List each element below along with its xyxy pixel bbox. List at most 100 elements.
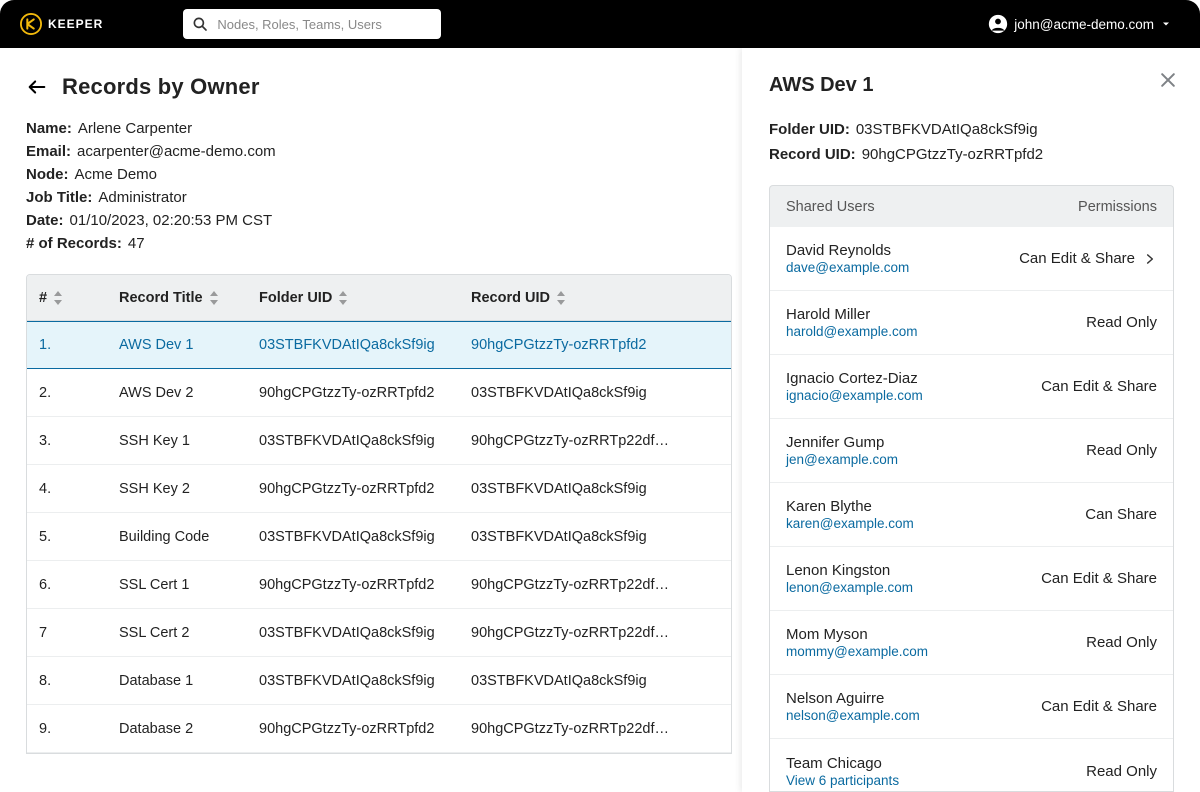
cell-title: SSH Key 2 (119, 481, 259, 497)
shared-user-email[interactable]: harold@example.com (786, 324, 918, 339)
table-row[interactable]: 9.Database 290hgCPGtzzTy-ozRRTpfd290hgCP… (27, 705, 731, 753)
recorduid-label: Record UID: (769, 146, 856, 163)
name-label: Name: (26, 120, 72, 137)
search-input[interactable] (217, 17, 433, 32)
cell-title: SSL Cert 2 (119, 625, 259, 641)
permission-value: Can Edit & Share (1041, 698, 1157, 715)
shared-user-row[interactable]: Ignacio Cortez-Diazignacio@example.comCa… (770, 355, 1173, 419)
table-row[interactable]: 2.AWS Dev 290hgCPGtzzTy-ozRRTpfd203STBFK… (27, 369, 731, 417)
shared-user-email[interactable]: dave@example.com (786, 260, 909, 275)
shared-user-name: Harold Miller (786, 306, 918, 323)
table-row[interactable]: 7SSL Cert 203STBFKVDAtIQa8ckSf9ig90hgCPG… (27, 609, 731, 657)
email-label: Email: (26, 143, 71, 160)
sort-icon (209, 291, 219, 305)
node-value: Acme Demo (75, 166, 158, 183)
folderuid-label: Folder UID: (769, 121, 850, 138)
cell-num: 8. (39, 673, 119, 689)
cell-folder: 03STBFKVDAtIQa8ckSf9ig (259, 625, 471, 641)
search-input-wrapper[interactable] (183, 9, 441, 39)
back-arrow-icon[interactable] (26, 76, 48, 98)
cell-record: 90hgCPGtzzTy-ozRRTp22df… (471, 577, 719, 593)
recorduid-value: 90hgCPGtzzTy-ozRRTpfd2 (862, 146, 1043, 163)
permission-value: Read Only (1086, 763, 1157, 780)
shared-user-row[interactable]: Lenon Kingstonlenon@example.comCan Edit … (770, 547, 1173, 611)
shared-user-name: Karen Blythe (786, 498, 914, 515)
shared-user-row[interactable]: Nelson Aguirrenelson@example.com Can Edit… (770, 675, 1173, 739)
shared-user-row[interactable]: David Reynoldsdave@example.com Can Edit &… (770, 227, 1173, 291)
cell-title: AWS Dev 1 (119, 337, 259, 353)
node-label: Node: (26, 166, 69, 183)
shared-users-header-label: Shared Users (786, 199, 875, 215)
app-header: KEEPER john@acme-demo.com (0, 0, 1200, 48)
cell-record: 03STBFKVDAtIQa8ckSf9ig (471, 673, 719, 689)
logo-text: KEEPER (48, 17, 103, 31)
shared-user-row[interactable]: Karen Blythekaren@example.com Can Share (770, 483, 1173, 547)
table-row[interactable]: 1.AWS Dev 103STBFKVDAtIQa8ckSf9ig90hgCPG… (27, 321, 731, 369)
th-folder[interactable]: Folder UID (259, 290, 471, 306)
close-icon[interactable] (1158, 70, 1178, 90)
cell-folder: 90hgCPGtzzTy-ozRRTpfd2 (259, 385, 471, 401)
cell-num: 6. (39, 577, 119, 593)
th-record[interactable]: Record UID (471, 290, 719, 306)
permission-value: Can Edit & Share (1019, 250, 1135, 267)
shared-users-list: David Reynoldsdave@example.com Can Edit &… (769, 227, 1174, 792)
cell-num: 7 (39, 625, 119, 641)
table-row[interactable]: 5.Building Code03STBFKVDAtIQa8ckSf9ig03S… (27, 513, 731, 561)
shared-user-email[interactable]: nelson@example.com (786, 708, 920, 723)
shared-user-name: Jennifer Gump (786, 434, 898, 451)
shared-user-name: Mom Myson (786, 626, 928, 643)
shared-user-email[interactable]: ignacio@example.com (786, 388, 923, 403)
shared-user-row[interactable]: Jennifer Gumpjen@example.comRead Only (770, 419, 1173, 483)
shared-user-name: Nelson Aguirre (786, 690, 920, 707)
jobtitle-label: Job Title: (26, 189, 92, 206)
chevron-right-icon[interactable] (1143, 252, 1157, 266)
reccount-label: # of Records: (26, 235, 122, 252)
view-participants-link[interactable]: View 6 participants (786, 773, 899, 788)
cell-folder: 03STBFKVDAtIQa8ckSf9ig (259, 337, 471, 353)
cell-num: 4. (39, 481, 119, 497)
shared-user-row[interactable]: Team ChicagoView 6 participantsRead Only (770, 739, 1173, 792)
table-body: 1.AWS Dev 103STBFKVDAtIQa8ckSf9ig90hgCPG… (27, 321, 731, 753)
permissions-header-label: Permissions (1078, 199, 1157, 215)
table-row[interactable]: 8.Database 103STBFKVDAtIQa8ckSf9ig03STBF… (27, 657, 731, 705)
table-row[interactable]: 6.SSL Cert 190hgCPGtzzTy-ozRRTpfd290hgCP… (27, 561, 731, 609)
shared-users-header: Shared Users Permissions (769, 185, 1174, 227)
th-title[interactable]: Record Title (119, 290, 259, 306)
cell-title: SSL Cert 1 (119, 577, 259, 593)
sort-icon (53, 291, 63, 305)
page-title: Records by Owner (62, 74, 260, 100)
shared-user-name: Lenon Kingston (786, 562, 913, 579)
shared-user-email[interactable]: mommy@example.com (786, 644, 928, 659)
shared-user-email[interactable]: jen@example.com (786, 452, 898, 467)
shared-user-email[interactable]: karen@example.com (786, 516, 914, 531)
cell-record: 90hgCPGtzzTy-ozRRTp22df… (471, 625, 719, 641)
reccount-value: 47 (128, 235, 145, 252)
keeper-logo-icon (20, 13, 42, 35)
user-menu[interactable]: john@acme-demo.com (988, 14, 1172, 34)
th-num[interactable]: # (39, 290, 119, 306)
table-row[interactable]: 4.SSH Key 290hgCPGtzzTy-ozRRTpfd203STBFK… (27, 465, 731, 513)
chevron-down-icon (1160, 18, 1172, 30)
email-value: acarpenter@acme-demo.com (77, 143, 276, 160)
panel-title: AWS Dev 1 (769, 74, 1174, 97)
cell-record: 03STBFKVDAtIQa8ckSf9ig (471, 529, 719, 545)
cell-title: AWS Dev 2 (119, 385, 259, 401)
shared-user-name: Ignacio Cortez-Diaz (786, 370, 923, 387)
permission-value: Read Only (1086, 314, 1157, 331)
shared-user-email[interactable]: lenon@example.com (786, 580, 913, 595)
cell-folder: 90hgCPGtzzTy-ozRRTpfd2 (259, 721, 471, 737)
cell-num: 2. (39, 385, 119, 401)
shared-user-row[interactable]: Harold Millerharold@example.com Read Only (770, 291, 1173, 355)
shared-user-name: David Reynolds (786, 242, 909, 259)
table-row[interactable]: 3.SSH Key 103STBFKVDAtIQa8ckSf9ig90hgCPG… (27, 417, 731, 465)
cell-title: Database 1 (119, 673, 259, 689)
main-content: Records by Owner Name: Arlene Carpenter E… (0, 48, 742, 792)
cell-title: Building Code (119, 529, 259, 545)
name-value: Arlene Carpenter (78, 120, 192, 137)
cell-record: 90hgCPGtzzTy-ozRRTp22df… (471, 433, 719, 449)
jobtitle-value: Administrator (98, 189, 186, 206)
detail-panel: AWS Dev 1 Folder UID:03STBFKVDAtIQa8ckSf… (742, 48, 1200, 792)
shared-user-row[interactable]: Mom Mysonmommy@example.comRead Only (770, 611, 1173, 675)
permission-value: Can Share (1085, 506, 1157, 523)
cell-title: Database 2 (119, 721, 259, 737)
